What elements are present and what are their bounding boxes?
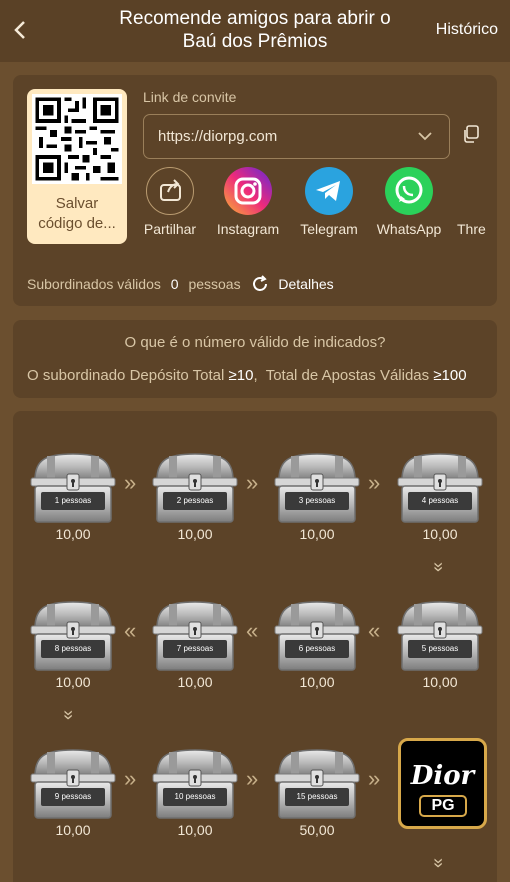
double-chevron-right-icon: » [246,470,259,495]
diorpg-logo: Dior PG [398,738,487,829]
invite-link-select[interactable]: https://diorpg.com [143,114,450,159]
invite-link-label: Link de convite [143,89,237,105]
chest-people-label: 3 pessoas [298,496,336,505]
bets-value: ≥100 [433,367,467,384]
chevron-down-icon [417,125,433,152]
double-chevron-left-icon: « [368,618,381,643]
chest-people-label: 2 pessoas [176,496,214,505]
share-instagram[interactable]: Instagram [213,167,283,237]
chest-amount: 10,00 [177,526,213,542]
top-bar: Recomende amigos para abrir o Baú dos Pr… [0,0,510,62]
whatsapp-icon [385,167,433,215]
chest-amount: 10,00 [55,822,91,838]
double-chevron-down-icon: » [59,709,80,721]
chest-amount: 10,00 [177,822,213,838]
back-button[interactable] [10,16,34,44]
rules-text: O subordinado Depósito Total ≥10, Total … [27,367,467,384]
share-label: Partilhar [143,221,197,237]
valid-label: Subordinados válidos [27,276,161,292]
chest-1[interactable]: 1 pessoas [27,446,119,526]
share-label: Telegram [300,221,358,237]
share-icon [146,167,194,215]
chest-people-label: 4 pessoas [421,496,459,505]
threads-icon [451,167,497,215]
page-title: Recomende amigos para abrir o Baú dos Pr… [90,7,420,53]
logo-text-pg: PG [419,795,467,817]
double-chevron-right-icon: » [124,766,137,791]
share-threads[interactable]: Thre [451,167,497,237]
invite-link-value: https://diorpg.com [158,128,278,145]
chest-6[interactable]: 6 pessoas [271,594,363,674]
title-line-1: Recomende amigos para abrir o [119,8,391,29]
chest-amount: 10,00 [55,526,91,542]
share-telegram[interactable]: Telegram [294,167,364,237]
chest-people-label: 1 pessoas [54,496,92,505]
chest-people-label: 5 pessoas [421,644,459,653]
chest-5[interactable]: 5 pessoas [394,594,486,674]
chest-amount: 10,00 [177,674,213,690]
valid-count: 0 [170,276,179,292]
telegram-icon [305,167,353,215]
refresh-icon[interactable] [251,275,269,293]
double-chevron-down-icon: » [429,561,450,573]
chest-people-label: 6 pessoas [298,644,336,653]
qr-caption-line-2: código de... [38,215,116,232]
logo-text-dior: Dior [410,761,475,791]
chest-3[interactable]: 3 pessoas [271,446,363,526]
chest-15[interactable]: 15 pessoas [271,742,363,822]
chest-people-label: 10 pessoas [174,792,216,801]
chest-people-label: 8 pessoas [54,644,92,653]
valid-unit: pessoas [188,276,241,292]
valid-subordinates: Subordinados válidos 0 pessoas Detalhes [27,275,334,293]
chest-8[interactable]: 8 pessoas [27,594,119,674]
qr-save-button[interactable]: Salvar código de... [27,89,127,244]
double-chevron-left-icon: « [124,618,137,643]
double-chevron-down-icon: » [429,857,450,869]
rules-separator: , [253,367,258,384]
chest-2[interactable]: 2 pessoas [149,446,241,526]
details-link[interactable]: Detalhes [278,276,333,292]
chest-amount: 10,00 [422,674,458,690]
double-chevron-right-icon: » [246,766,259,791]
chest-people-label: 15 pessoas [296,792,338,801]
share-label: Thre [457,221,486,237]
double-chevron-right-icon: » [124,470,137,495]
deposit-value: ≥10 [228,367,254,384]
rules-question: O que é o número válido de indicados? [124,334,386,351]
chest-amount: 10,00 [299,674,335,690]
chest-10[interactable]: 10 pessoas [149,742,241,822]
share-partilhar[interactable]: Partilhar [135,167,205,237]
chest-amount: 50,00 [299,822,335,838]
chest-7[interactable]: 7 pessoas [149,594,241,674]
double-chevron-right-icon: » [368,470,381,495]
invite-card: Salvar código de... Link de convite http… [13,75,497,306]
rules-card: O que é o número válido de indicados? O … [13,320,497,398]
bets-label: Total de Apostas Válidas [265,367,430,384]
chest-people-label: 7 pessoas [176,644,214,653]
qr-code [32,94,122,184]
chest-people-label: 9 pessoas [54,792,92,801]
chest-4[interactable]: 4 pessoas [394,446,486,526]
qr-caption: Salvar código de... [27,194,127,234]
qr-caption-line-1: Salvar [55,195,99,212]
deposit-label: O subordinado Depósito Total [27,367,225,384]
copy-icon[interactable] [462,125,480,143]
double-chevron-left-icon: « [246,618,259,643]
share-whatsapp[interactable]: WhatsApp [374,167,444,237]
history-link[interactable]: Histórico [436,21,498,39]
chest-amount: 10,00 [55,674,91,690]
chest-amount: 10,00 [299,526,335,542]
chevron-left-icon [14,21,25,39]
title-line-2: Baú dos Prêmios [182,31,328,52]
double-chevron-right-icon: » [368,766,381,791]
chest-amount: 10,00 [422,526,458,542]
share-label: Instagram [216,221,280,237]
instagram-icon [224,167,272,215]
share-label: WhatsApp [376,221,442,237]
chest-9[interactable]: 9 pessoas [27,742,119,822]
